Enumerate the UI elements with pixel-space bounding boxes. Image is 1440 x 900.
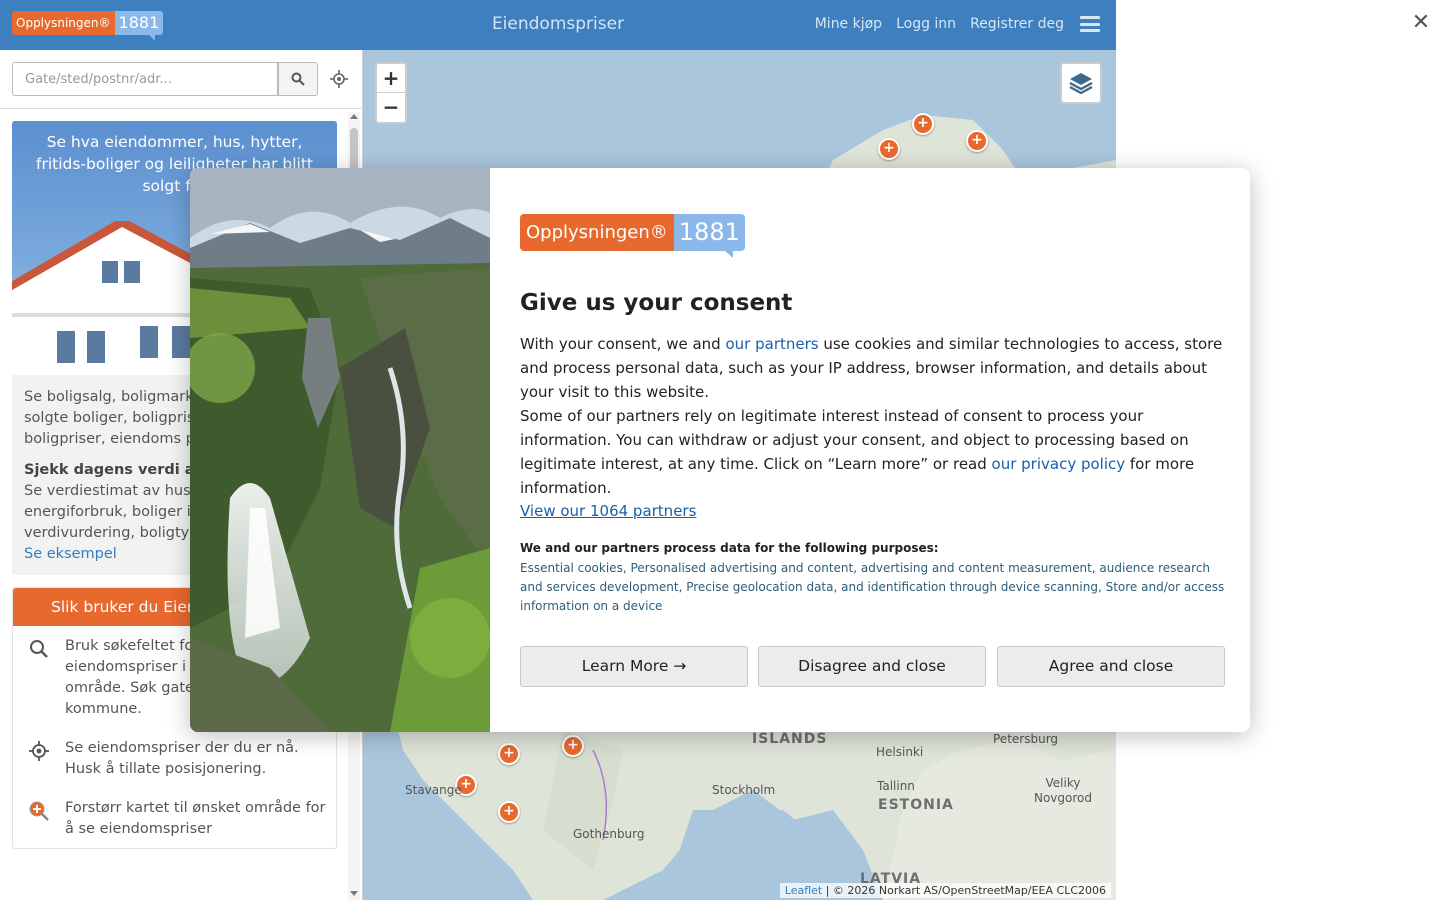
purposes-list: Essential cookies, Personalised advertis…: [520, 561, 1225, 613]
consent-title: Give us your consent: [520, 290, 793, 316]
fjord-waterfall-image: [190, 168, 490, 732]
close-icon[interactable]: ✕: [1410, 12, 1432, 34]
consent-logo: Opplysningen® 1881: [520, 214, 745, 258]
learn-more-button[interactable]: Learn More →: [520, 646, 748, 687]
logo-number-text: 1881: [673, 214, 745, 258]
agree-button[interactable]: Agree and close: [997, 646, 1225, 687]
consent-dialog: Opplysningen® 1881 Give us your consent …: [190, 168, 1250, 732]
logo-brand-text: Opplysningen®: [520, 214, 674, 251]
consent-p1-before: With your consent, we and: [520, 335, 726, 353]
disagree-button[interactable]: Disagree and close: [758, 646, 986, 687]
our-partners-link[interactable]: our partners: [725, 335, 818, 353]
consent-body: Opplysningen® 1881 Give us your consent …: [520, 168, 1225, 732]
privacy-policy-link[interactable]: our privacy policy: [992, 455, 1126, 473]
consent-text: With your consent, we and our partners u…: [520, 332, 1225, 500]
view-partners-link[interactable]: View our 1064 partners: [520, 502, 696, 520]
purposes-title: We and our partners process data for the…: [520, 541, 939, 555]
